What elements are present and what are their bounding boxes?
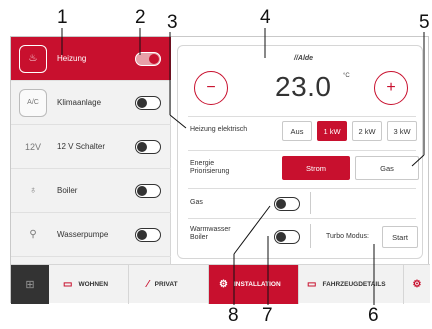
- leader-line-3b: [169, 114, 187, 129]
- leader-lines: [61, 28, 425, 305]
- leader-line-5b: [411, 154, 425, 167]
- leader-line-8b: [233, 205, 271, 255]
